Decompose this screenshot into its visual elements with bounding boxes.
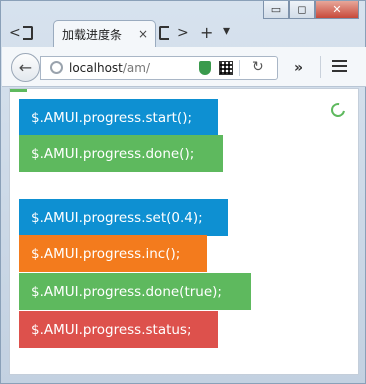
url-divider xyxy=(239,60,240,76)
url-bar[interactable]: localhost/am/ ↻ xyxy=(40,56,278,80)
qr-code-icon[interactable] xyxy=(219,61,233,75)
tab-scroll-right-icon[interactable]: > xyxy=(177,25,189,41)
tab-list-dropdown-icon[interactable]: ▾ xyxy=(223,23,230,39)
progress-set-button[interactable]: $.AMUI.progress.set(0.4); xyxy=(19,199,228,236)
page-content: $.AMUI.progress.start(); $.AMUI.progress… xyxy=(9,88,359,375)
progress-inc-button[interactable]: $.AMUI.progress.inc(); xyxy=(19,235,207,272)
shield-icon[interactable] xyxy=(199,61,211,75)
globe-icon xyxy=(50,61,63,74)
tab-strip: < 加载进度条 × > + ▾ xyxy=(1,17,366,48)
tab-scroll-left-icon[interactable]: < xyxy=(9,25,21,41)
reload-icon[interactable]: ↻ xyxy=(252,59,264,75)
loading-spinner-icon xyxy=(328,100,348,120)
back-button[interactable]: ← xyxy=(11,53,40,82)
tab-active[interactable]: 加载进度条 × xyxy=(53,20,156,48)
progress-start-button[interactable]: $.AMUI.progress.start(); xyxy=(19,99,218,136)
nav-toolbar: ← localhost/am/ ↻ » xyxy=(2,47,366,87)
toolbar-divider xyxy=(320,56,321,78)
url-host: localhost xyxy=(69,61,123,75)
back-arrow-icon: ← xyxy=(18,58,33,77)
progress-done-true-button[interactable]: $.AMUI.progress.done(true); xyxy=(19,273,251,310)
tab-title: 加载进度条 xyxy=(62,28,123,42)
previous-tab-stub[interactable] xyxy=(23,26,33,40)
hamburger-menu-icon[interactable] xyxy=(332,60,347,72)
browser-window: ▭ ◻ ✕ < 加载进度条 × > + ▾ ← localhost/am/ ↻ … xyxy=(0,0,366,384)
next-tab-stub[interactable] xyxy=(159,26,169,40)
new-tab-icon[interactable]: + xyxy=(200,23,213,42)
progress-status-button[interactable]: $.AMUI.progress.status; xyxy=(19,311,218,348)
url-path: /am/ xyxy=(122,61,151,75)
url-text: localhost/am/ xyxy=(69,61,150,75)
tab-close-icon[interactable]: × xyxy=(138,27,148,41)
progress-bar xyxy=(10,89,28,92)
progress-done-button[interactable]: $.AMUI.progress.done(); xyxy=(19,135,223,172)
overflow-chevron-icon[interactable]: » xyxy=(294,60,303,76)
